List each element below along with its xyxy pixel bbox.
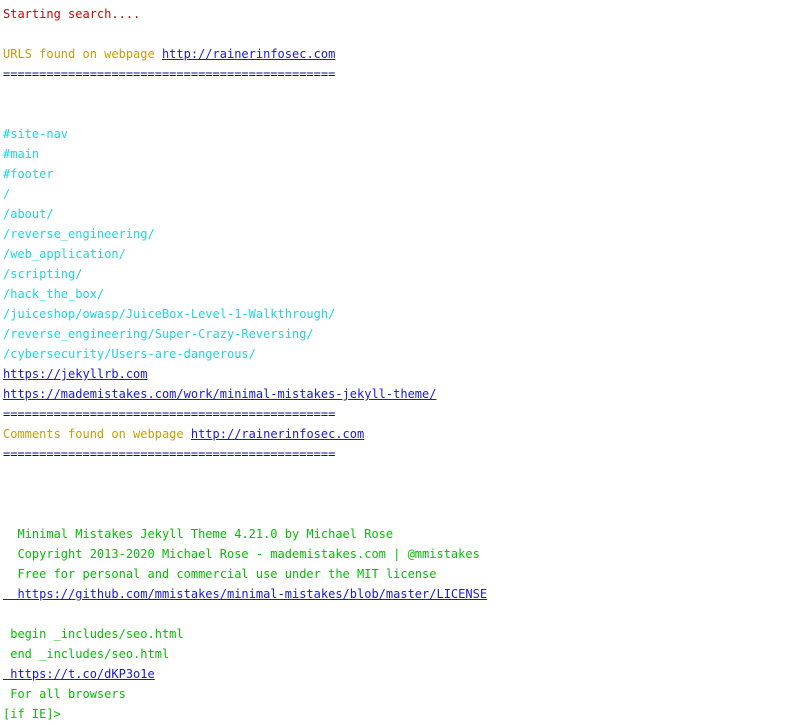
found-path: /about/ [3, 207, 54, 221]
found-link[interactable]: https://t.co/dKP3o1e [3, 667, 155, 681]
found-path-line: /web_application/ [3, 244, 809, 264]
found-comment: [if IE]> [3, 707, 61, 721]
found-comment: Minimal Mistakes Jekyll Theme 4.21.0 by … [3, 527, 394, 541]
separator-text: ========================================… [3, 447, 336, 461]
found-path: /reverse_engineering/ [3, 227, 155, 241]
found-path-line: /reverse_engineering/Super-Crazy-Reversi… [3, 324, 809, 344]
found-path-line: /reverse_engineering/ [3, 224, 809, 244]
found-comment: Free for personal and commercial use und… [3, 567, 437, 581]
status-line: Starting search.... [3, 4, 809, 24]
found-link-line[interactable]: https://mademistakes.com/work/minimal-mi… [3, 384, 809, 404]
target-url-link[interactable]: http://rainerinfosec.com [162, 47, 335, 61]
found-path-line: / [3, 184, 809, 204]
found-path: /web_application/ [3, 247, 126, 261]
found-link-line[interactable]: https://github.com/mmistakes/minimal-mis… [3, 584, 809, 604]
section-header-line: URLS found on webpage http://rainerinfos… [3, 44, 809, 64]
found-path-line: /about/ [3, 204, 809, 224]
found-comment-line: Copyright 2013-2020 Michael Rose - madem… [3, 544, 809, 564]
found-path-line: /cybersecurity/Users-are-dangerous/ [3, 344, 809, 364]
found-comment-line: For all browsers [3, 684, 809, 704]
found-comment-line: [if IE]> [3, 704, 809, 724]
found-path: #main [3, 147, 40, 161]
found-comment-line: end _includes/seo.html [3, 644, 809, 664]
found-comment: For all browsers [3, 687, 126, 701]
found-path: /reverse_engineering/Super-Crazy-Reversi… [3, 327, 314, 341]
found-path: / [3, 187, 11, 201]
found-path-line: #main [3, 144, 809, 164]
status-text: Starting search.... [3, 7, 141, 21]
separator-line: ========================================… [3, 404, 809, 424]
found-path: /cybersecurity/Users-are-dangerous/ [3, 347, 256, 361]
found-path: /scripting/ [3, 267, 83, 281]
found-comment: begin _includes/seo.html [3, 627, 184, 641]
found-comment-line: Minimal Mistakes Jekyll Theme 4.21.0 by … [3, 524, 809, 544]
found-link-line[interactable]: https://jekyllrb.com [3, 364, 809, 384]
section-header-label: Comments found on webpage [3, 427, 191, 441]
terminal-output-pane[interactable]: Starting search.... URLS found on webpag… [0, 0, 809, 724]
separator-text: ========================================… [3, 67, 336, 81]
found-link[interactable]: https://github.com/mmistakes/minimal-mis… [3, 587, 487, 601]
section-header-label: URLS found on webpage [3, 47, 162, 61]
found-comment: Copyright 2013-2020 Michael Rose - madem… [3, 547, 480, 561]
separator-line: ========================================… [3, 64, 809, 84]
found-path-line: /juiceshop/owasp/JuiceBox-Level-1-Walkth… [3, 304, 809, 324]
found-path-line: /scripting/ [3, 264, 809, 284]
found-link[interactable]: https://mademistakes.com/work/minimal-mi… [3, 387, 436, 401]
found-link-line[interactable]: https://t.co/dKP3o1e [3, 664, 809, 684]
found-path: /juiceshop/owasp/JuiceBox-Level-1-Walkth… [3, 307, 336, 321]
found-comment-line: Free for personal and commercial use und… [3, 564, 809, 584]
found-link[interactable]: https://jekyllrb.com [3, 367, 148, 381]
separator-text: ========================================… [3, 407, 336, 421]
found-path: #site-nav [3, 127, 69, 141]
found-comment: end _includes/seo.html [3, 647, 170, 661]
found-path-line: /hack_the_box/ [3, 284, 809, 304]
separator-line: ========================================… [3, 444, 809, 464]
found-comment-line: begin _includes/seo.html [3, 624, 809, 644]
found-path: #footer [3, 167, 54, 181]
section-header-line: Comments found on webpage http://raineri… [3, 424, 809, 444]
found-path: /hack_the_box/ [3, 287, 105, 301]
found-path-line: #site-nav [3, 124, 809, 144]
found-path-line: #footer [3, 164, 809, 184]
target-url-link[interactable]: http://rainerinfosec.com [191, 427, 364, 441]
